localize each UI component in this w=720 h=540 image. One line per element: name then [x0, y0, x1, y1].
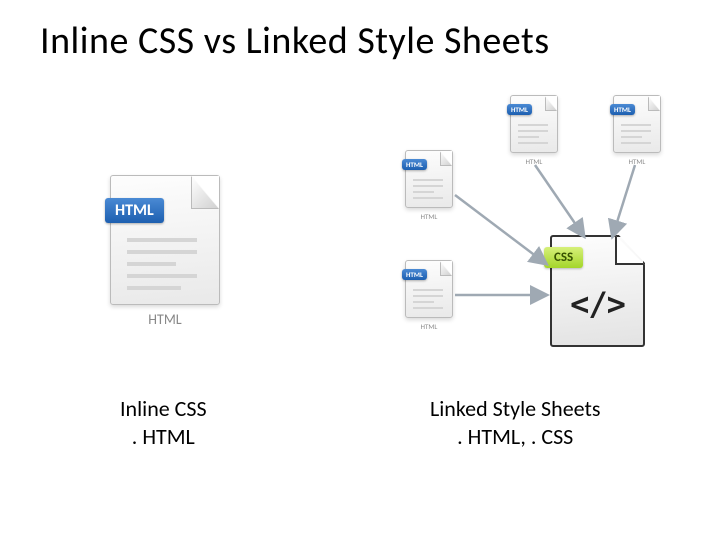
html-file-icon: HTML HTML [405, 150, 453, 221]
caption-line: Inline CSS [120, 395, 207, 423]
css-code-glyph: </> [552, 285, 643, 323]
html-file-label: HTML [405, 322, 453, 331]
html-file-icon: HTML HTML [510, 95, 558, 166]
html-file-icon: HTML HTML [405, 260, 453, 331]
html-file-icon: HTML HTML [110, 175, 220, 328]
html-badge: HTML [402, 269, 427, 280]
arrow-icon [535, 165, 583, 235]
caption-line: Linked Style Sheets [430, 395, 600, 423]
html-file-icon: HTML HTML [613, 95, 661, 166]
html-badge: HTML [507, 104, 532, 115]
css-file-icon: CSS </> [550, 235, 645, 347]
caption-line: . HTML, . CSS [430, 423, 600, 451]
html-badge: HTML [105, 198, 164, 223]
html-file-label: HTML [110, 311, 220, 328]
caption-linked: Linked Style Sheets . HTML, . CSS [430, 395, 600, 450]
html-badge: HTML [610, 104, 635, 115]
html-file-label: HTML [613, 157, 661, 166]
caption-inline: Inline CSS . HTML [120, 395, 207, 450]
arrow-icon [613, 165, 635, 235]
slide-title: Inline CSS vs Linked Style Sheets [40, 18, 550, 64]
html-file-label: HTML [405, 212, 453, 221]
inline-css-group: HTML HTML [110, 175, 220, 329]
html-badge: HTML [402, 159, 427, 170]
arrow-icon [455, 195, 545, 263]
css-badge: CSS [544, 247, 583, 268]
caption-line: . HTML [120, 423, 207, 451]
html-file-label: HTML [510, 157, 558, 166]
linked-stylesheets-group: HTML HTML HTML HTML HTML HTML HTML [395, 95, 675, 375]
